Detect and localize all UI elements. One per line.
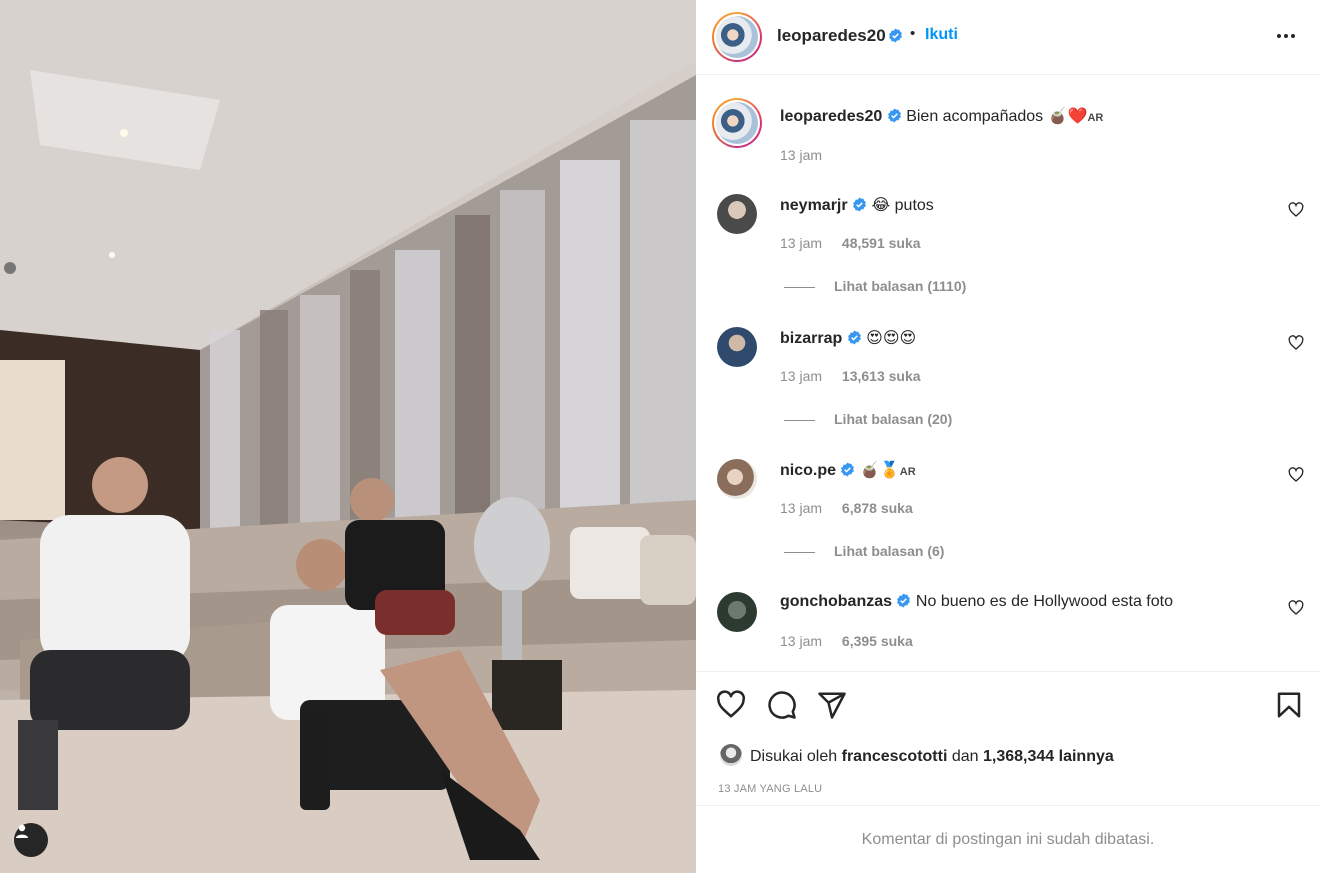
heart-icon[interactable] [1288,335,1304,351]
likes-middle: dan [951,748,979,765]
user-icon [16,824,28,838]
post-header: leoparedes20 • Ikuti [696,0,1320,75]
heart-icon[interactable] [1288,600,1304,616]
comments-limited-notice: Komentar di postingan ini sudah dibatasi… [696,805,1320,873]
comment-time: 13 jam [780,368,823,384]
verified-badge-icon [853,197,866,212]
author-username[interactable]: leoparedes20 [777,26,886,46]
comment-meta: 13 jam 6,878 suka [780,500,913,516]
liker-avatar [720,744,742,766]
send-icon[interactable] [817,690,847,720]
comments-list[interactable]: leoparedes20 Bien acompañados 🧉❤️AR 13 j… [696,76,1320,671]
post-side-panel: leoparedes20 • Ikuti leoparedes20 Bien a… [696,0,1320,873]
tagged-users-button[interactable] [14,823,48,857]
header-separator: • [910,25,916,42]
more-horizontal-icon[interactable] [1272,24,1300,48]
comment-likes[interactable]: 6,878 suka [842,500,913,516]
caption-avatar[interactable] [712,98,762,148]
verified-badge-icon [889,28,902,43]
comment-username[interactable]: neymarjr [780,197,848,214]
view-replies-button[interactable]: Lihat balasan (20) [784,411,952,427]
post-actions: Disukai oleh francescototti dan 1,368,34… [696,671,1320,805]
comment-likes[interactable]: 13,613 suka [842,368,921,384]
verified-badge-icon [897,593,911,608]
likes-prefix: Disukai oleh [750,748,838,765]
bookmark-icon[interactable] [1274,690,1304,720]
comment-text: No bueno es de Hollywood esta foto [915,593,1173,610]
comment-avatar[interactable] [717,327,757,367]
comment-time: 13 jam [780,235,823,251]
verified-badge-icon [887,108,901,123]
caption-emojis: 🧉❤️ [1047,108,1088,125]
comment-meta: 13 jam 6,395 suka [780,633,913,649]
caption-username[interactable]: leoparedes20 [780,108,882,125]
comment-text: 😍😍😍 [866,330,917,347]
follow-button[interactable]: Ikuti [925,26,958,44]
comment-avatar[interactable] [717,592,757,632]
comment-username[interactable]: gonchobanzas [780,593,892,610]
comment-item: nico.pe 🧉🏅AR 13 jam 6,878 suka Lihat bal… [696,459,1320,591]
comment-time: 13 jam [780,633,823,649]
view-replies-label: Lihat balasan (6) [834,543,945,559]
comment-item: gonchobanzas No bueno es de Hollywood es… [696,592,1320,671]
likes-count[interactable]: 1,368,344 lainnya [983,748,1114,765]
comment-meta: 13 jam 48,591 suka [780,235,921,251]
photo-illustration [0,0,696,873]
comment-line: neymarjr 😂 putos [780,195,934,215]
caption-line: leoparedes20 Bien acompañados 🧉❤️AR [780,106,1103,126]
comment-item: neymarjr 😂 putos 13 jam 48,591 suka Liha… [696,194,1320,326]
likes-summary[interactable]: Disukai oleh francescototti dan 1,368,34… [720,744,1114,766]
comment-line: nico.pe 🧉🏅AR [780,460,916,480]
comment-meta: 13 jam 13,613 suka [780,368,921,384]
comment-text: 😂 putos [871,197,934,214]
author-avatar[interactable] [712,12,762,62]
post-photo[interactable] [0,0,696,873]
heart-icon[interactable] [1288,467,1304,483]
comment-item: bizarrap 😍😍😍 13 jam 13,613 suka Lihat ba… [696,327,1320,459]
verified-badge-icon [847,330,861,345]
post-timestamp: 13 JAM YANG LALU [718,783,823,795]
comment-line: bizarrap 😍😍😍 [780,328,916,348]
caption-flag: AR [1087,112,1104,124]
liker-username[interactable]: francescototti [842,748,948,765]
comment-username[interactable]: bizarrap [780,330,842,347]
caption-time: 13 jam [780,147,823,163]
comment-line: gonchobanzas No bueno es de Hollywood es… [780,593,1173,611]
comment-text: 🧉🏅 [859,462,900,479]
comment-username[interactable]: nico.pe [780,462,836,479]
heart-icon[interactable] [716,690,746,720]
comment-likes[interactable]: 6,395 suka [842,633,913,649]
comment-likes[interactable]: 48,591 suka [842,235,921,251]
comment-icon[interactable] [767,690,797,720]
comment-time: 13 jam [780,500,823,516]
comment-flag: AR [899,466,916,478]
caption-text: Bien acompañados [906,108,1044,125]
heart-icon[interactable] [1288,202,1304,218]
view-replies-label: Lihat balasan (1110) [834,278,967,294]
comment-avatar[interactable] [717,194,757,234]
verified-badge-icon [841,462,855,477]
comment-avatar[interactable] [717,459,757,499]
view-replies-button[interactable]: Lihat balasan (6) [784,543,944,559]
view-replies-button[interactable]: Lihat balasan (1110) [784,278,966,294]
view-replies-label: Lihat balasan (20) [834,411,953,427]
